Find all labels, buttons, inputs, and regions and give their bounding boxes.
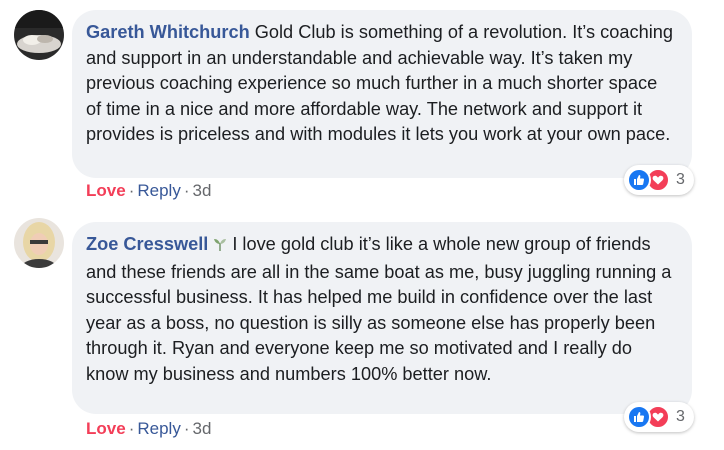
reaction-count: 3 [676,171,685,188]
comment-bubble: Gareth Whitchurch Gold Club is something… [72,10,692,178]
like-icon [627,405,651,429]
comment-timestamp[interactable]: 3d [193,181,212,200]
comment-text: I love gold club it’s like a whole new g… [86,234,672,384]
avatar[interactable] [14,10,64,60]
reactions-summary[interactable]: 3 [624,402,694,432]
separator: · [128,181,135,200]
separator: · [128,419,135,438]
reactions-summary[interactable]: 3 [624,165,694,195]
avatar-image [14,218,64,268]
love-reaction-link[interactable]: Love [86,419,126,438]
comment-timestamp[interactable]: 3d [193,419,212,438]
comment-actions: Love · Reply · 3d [86,181,211,201]
comment-author[interactable]: Gareth Whitchurch [86,22,250,42]
plant-icon [212,234,228,260]
comment-actions: Love · Reply · 3d [86,419,211,439]
avatar[interactable] [14,218,64,268]
like-icon [627,168,651,192]
separator: · [183,181,190,200]
avatar-image [14,10,64,60]
separator: · [183,419,190,438]
love-reaction-link[interactable]: Love [86,181,126,200]
comment-bubble: Zoe Cresswell I love gold club it’s like … [72,222,692,414]
reply-link[interactable]: Reply [137,419,180,438]
comment-author[interactable]: Zoe Cresswell [86,234,208,254]
reaction-count: 3 [676,408,685,425]
reply-link[interactable]: Reply [137,181,180,200]
